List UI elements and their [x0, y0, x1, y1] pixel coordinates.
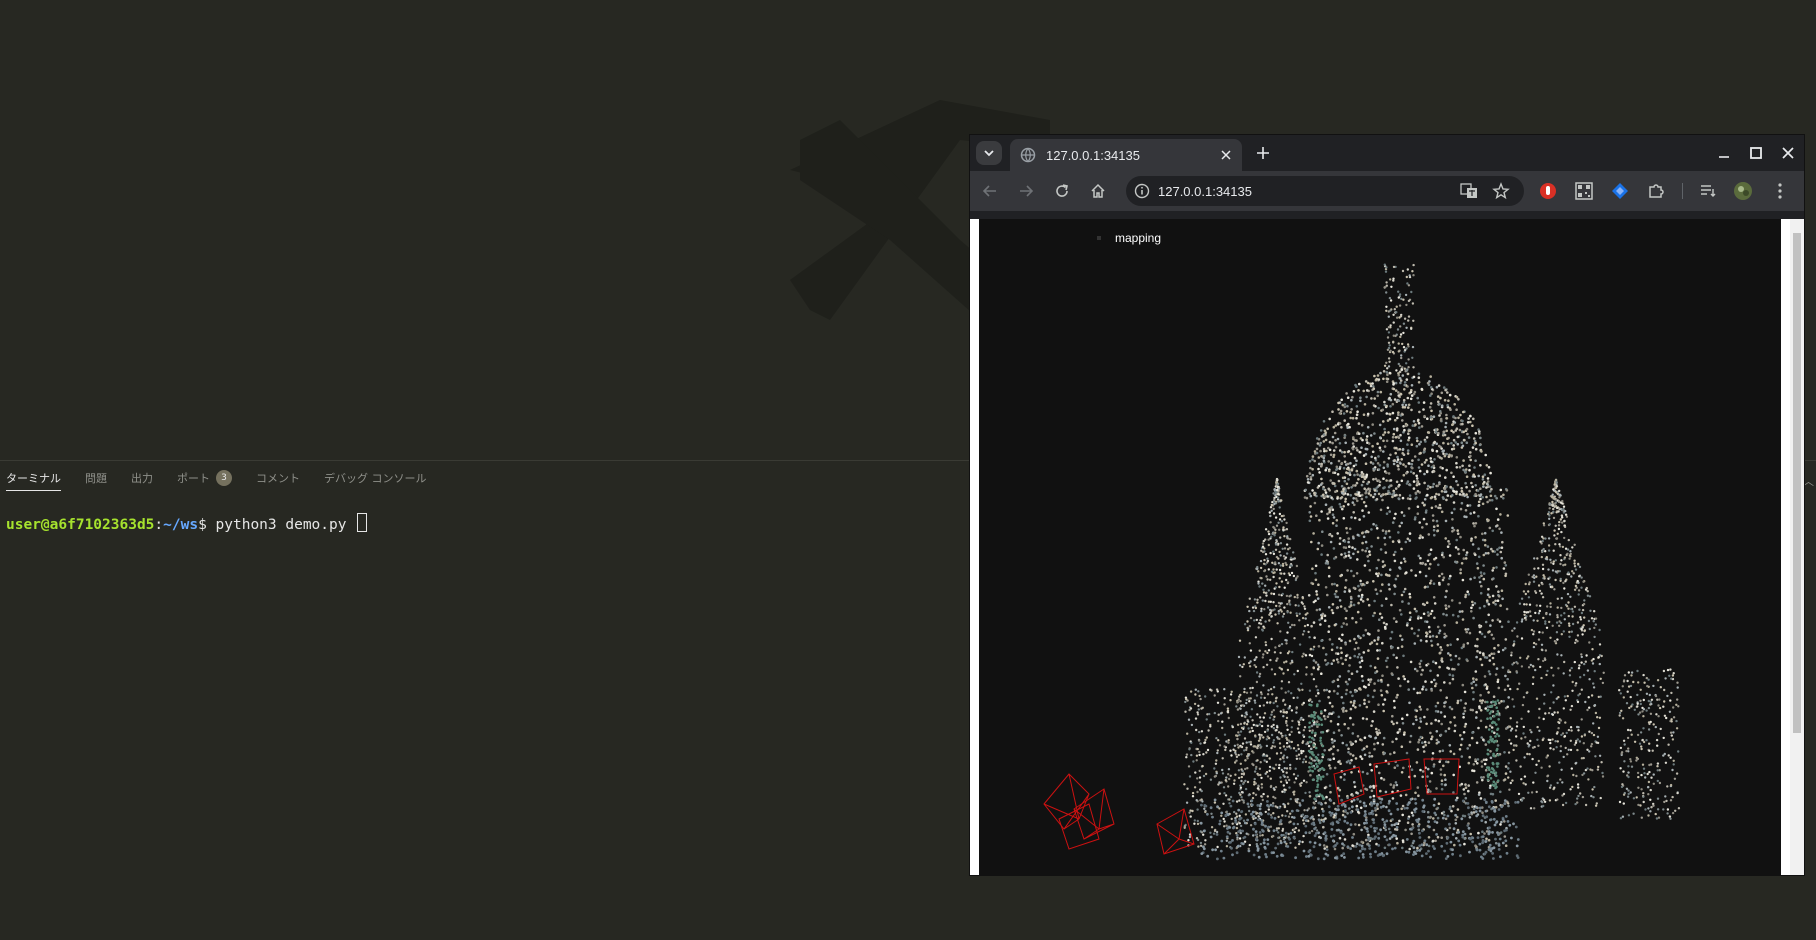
terminal-user-host: user@a6f7102363d5 — [6, 517, 155, 533]
terminal-output[interactable]: user@a6f7102363d5:~/ws$ python3 demo.py — [6, 513, 368, 533]
tab-comments[interactable]: コメント — [256, 467, 300, 489]
tab-ports[interactable]: ポート 3 — [177, 467, 232, 489]
browser-tab-title: 127.0.0.1:34135 — [1046, 147, 1140, 163]
page-content: mapping — [970, 219, 1804, 875]
address-bar[interactable]: 127.0.0.1:34135 — [1126, 176, 1524, 206]
browser-window: 127.0.0.1:34135 127.0.0.1:34135 mapping — [970, 135, 1804, 875]
red-hand-extension-icon[interactable] — [1538, 181, 1558, 201]
camera-frustum — [1073, 788, 1115, 840]
terminal-prompt-suffix: $ — [198, 517, 216, 533]
tab-debug-console-label: デバッグ コンソール — [324, 472, 427, 485]
close-icon[interactable] — [1218, 147, 1234, 163]
browser-tabstrip: 127.0.0.1:34135 — [970, 135, 1804, 171]
reload-icon[interactable] — [1054, 183, 1070, 199]
legend-label[interactable]: mapping — [1115, 231, 1161, 245]
home-icon[interactable] — [1090, 183, 1106, 199]
star-icon[interactable] — [1492, 182, 1510, 200]
forward-icon[interactable] — [1018, 183, 1034, 199]
camera-frustum — [1156, 808, 1195, 855]
extension-icon[interactable] — [1646, 181, 1666, 201]
terminal-cursor — [357, 513, 368, 532]
minimize-icon[interactable] — [1716, 145, 1732, 161]
ports-count-badge: 3 — [216, 470, 232, 486]
qr-code-icon[interactable] — [1574, 181, 1594, 201]
tab-terminal-label: ターミナル — [6, 472, 61, 485]
point-cloud-viewer[interactable]: mapping — [979, 219, 1781, 875]
camera-frustum — [1043, 773, 1090, 830]
profile-avatar-icon[interactable] — [1733, 181, 1753, 201]
tab-comments-label: コメント — [256, 472, 300, 485]
terminal-colon: : — [154, 517, 164, 533]
window-close-icon[interactable] — [1780, 145, 1796, 161]
tab-problems[interactable]: 問題 — [85, 467, 107, 489]
scrollbar-thumb[interactable] — [1793, 233, 1801, 733]
tab-output[interactable]: 出力 — [131, 467, 153, 489]
browser-toolbar: 127.0.0.1:34135 — [970, 171, 1804, 211]
point-cloud-canvas[interactable] — [979, 219, 1781, 875]
tab-debug-console[interactable]: デバッグ コンソール — [324, 467, 427, 489]
camera-frustum — [1058, 803, 1100, 850]
chevron-up-icon[interactable]: ︿ — [1803, 473, 1814, 489]
maximize-icon[interactable] — [1748, 145, 1764, 161]
reading-list-icon[interactable] — [1698, 181, 1718, 201]
tab-search-icon[interactable] — [976, 141, 1002, 165]
back-icon[interactable] — [982, 183, 998, 199]
terminal-command: python3 demo.py — [215, 517, 347, 533]
info-icon[interactable] — [1134, 183, 1150, 199]
tab-problems-label: 問題 — [85, 472, 107, 485]
blue-diamond-extension-icon[interactable] — [1610, 181, 1630, 201]
panel-tab-bar: ターミナル 問題 出力 ポート 3 コメント デバッグ コンソール — [0, 461, 445, 495]
browser-tab[interactable]: 127.0.0.1:34135 — [1010, 139, 1242, 171]
kebab-menu-icon[interactable] — [1770, 181, 1790, 201]
legend: mapping — [1097, 231, 1161, 245]
tab-ports-label: ポート — [177, 472, 210, 485]
terminal-path: ~/ws — [163, 517, 199, 533]
url-text: 127.0.0.1:34135 — [1158, 183, 1252, 199]
globe-icon — [1020, 147, 1036, 163]
tab-terminal[interactable]: ターミナル — [6, 467, 61, 491]
scrollbar[interactable] — [1790, 219, 1804, 875]
legend-swatch — [1097, 236, 1101, 240]
translate-icon[interactable] — [1460, 182, 1478, 200]
tab-output-label: 出力 — [131, 472, 153, 485]
plus-icon[interactable] — [1255, 145, 1271, 161]
toolbar-separator — [1682, 183, 1683, 199]
